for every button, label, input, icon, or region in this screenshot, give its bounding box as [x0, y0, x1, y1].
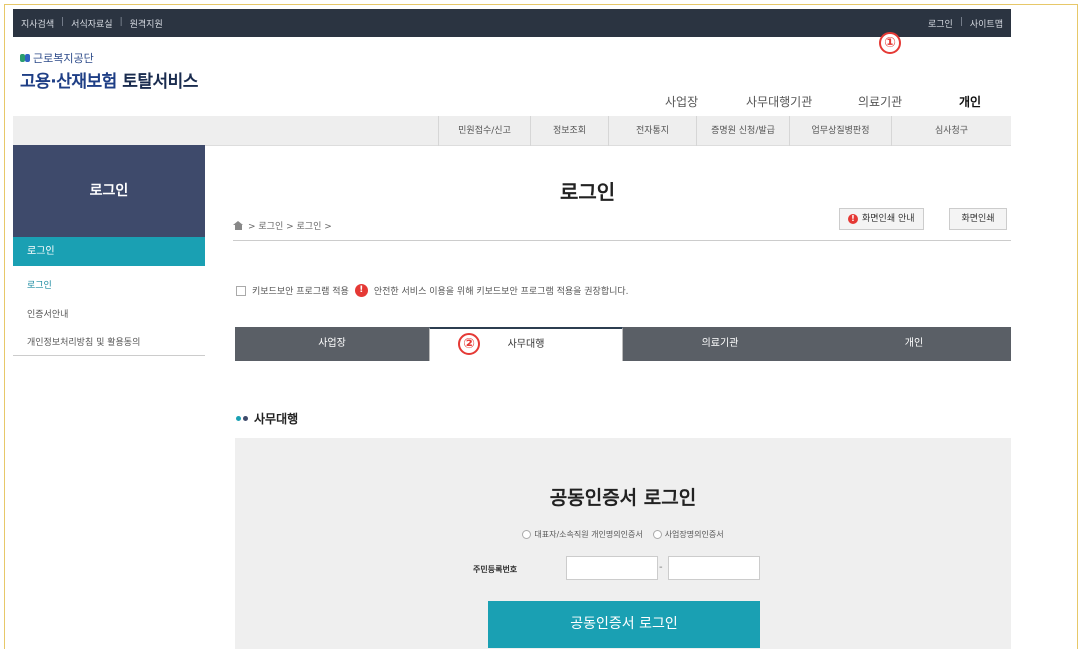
topbar-link-forms[interactable]: 서식자료실	[71, 17, 112, 30]
certificate-type-options: 대표자/소속직원 개인명의인증서 사업장명의인증서	[235, 529, 1011, 540]
warning-icon: !	[848, 214, 858, 224]
separator: |	[119, 17, 123, 27]
section-heading: 사무대행	[236, 410, 298, 427]
subnav-item-notice[interactable]: 전자통지	[608, 116, 696, 146]
gnb-item-personal[interactable]: 개인	[959, 93, 981, 110]
bullet-dots-icon	[236, 416, 248, 421]
sidebar-item-cert-guide[interactable]: 인증서안내	[13, 307, 205, 320]
annotation-marker-1: ①	[879, 32, 901, 54]
login-panel-title: 공동인증서 로그인	[549, 487, 697, 509]
certificate-login-panel: 공동인증서 로그인 대표자/소속직원 개인명의인증서 사업장명의인증서 주민등록…	[235, 438, 1011, 649]
certificate-login-button[interactable]: 공동인증서 로그인	[488, 601, 760, 648]
subnav-item-disease[interactable]: 업무상질병판정	[789, 116, 891, 146]
keyboard-security-label: 키보드보안 프로그램 적용	[252, 287, 349, 297]
warning-icon: !	[354, 284, 368, 297]
subnav-item-info[interactable]: 정보조회	[530, 116, 608, 146]
print-button[interactable]: 화면인쇄	[949, 208, 1007, 230]
service-name-main: 고용·산재보험	[20, 72, 117, 92]
topbar-link-login[interactable]: 로그인	[928, 17, 953, 30]
radio-option-business-cert[interactable]: 사업장명의인증서	[652, 529, 724, 540]
service-name-sub: 토탈서비스	[122, 72, 198, 92]
sub-navigation: 민원접수/신고 정보조회 전자통지 증명원 신청/발급 업무상질병판정 심사청구	[13, 116, 1011, 146]
tab-personal[interactable]: 개인	[817, 327, 1011, 361]
print-guide-button[interactable]: ! 화면인쇄 안내	[839, 208, 924, 230]
resident-number-first-input[interactable]	[566, 556, 658, 580]
keyboard-security-checkbox[interactable]	[236, 285, 246, 296]
gnb-item-medical[interactable]: 의료기관	[858, 93, 902, 110]
org-logo[interactable]: 근로복지공단	[20, 50, 94, 66]
login-type-tabs: 사업장 사무대행 의료기관 개인	[235, 327, 1011, 361]
resident-number-second-input[interactable]	[668, 556, 760, 580]
utility-bar: 지사검색 | 서식자료실 | 원격지원 로그인 | 사이트맵	[13, 9, 1011, 37]
gnb-item-business[interactable]: 사업장	[665, 93, 698, 110]
home-icon[interactable]	[233, 221, 244, 230]
sidebar-item-privacy[interactable]: 개인정보처리방침 및 활용동의	[13, 335, 205, 348]
tab-business[interactable]: 사업장	[235, 327, 429, 361]
sidebar-title: 로그인	[13, 145, 205, 237]
divider	[233, 240, 1011, 241]
org-name: 근로복지공단	[33, 52, 94, 65]
separator: |	[959, 17, 963, 27]
topbar-link-remote-support[interactable]: 원격지원	[130, 17, 163, 30]
sidebar-item-login[interactable]: 로그인	[13, 278, 205, 291]
radio-option-personal-cert[interactable]: 대표자/소속직원 개인명의인증서	[522, 529, 643, 540]
sidebar-active-item[interactable]: 로그인	[13, 237, 205, 266]
radio-button[interactable]	[522, 530, 532, 539]
breadcrumb: > 로그인 > 로그인 >	[233, 219, 332, 232]
subnav-item-civil[interactable]: 민원접수/신고	[438, 116, 530, 146]
radio-label: 대표자/소속직원 개인명의인증서	[534, 530, 643, 539]
radio-button[interactable]	[652, 530, 662, 539]
keyboard-security-notice: 안전한 서비스 이용을 위해 키보드보안 프로그램 적용을 권장합니다.	[373, 287, 629, 297]
logo-mark-icon	[20, 53, 30, 63]
page-title: 로그인	[560, 180, 616, 204]
subnav-item-review[interactable]: 심사청구	[891, 116, 1011, 146]
annotation-marker-2: ②	[458, 333, 480, 355]
resident-number-dash: -	[659, 562, 663, 573]
keyboard-security-row: 키보드보안 프로그램 적용 ! 안전한 서비스 이용을 위해 키보드보안 프로그…	[236, 284, 629, 297]
print-guide-label: 화면인쇄 안내	[862, 214, 915, 224]
subnav-item-certificate[interactable]: 증명원 신청/발급	[696, 116, 789, 146]
tab-medical[interactable]: 의료기관	[623, 327, 817, 361]
radio-label: 사업장명의인증서	[664, 530, 724, 539]
gnb-item-agency[interactable]: 사무대행기관	[746, 93, 812, 110]
separator: |	[61, 17, 65, 27]
service-logo[interactable]: 고용·산재보험 토탈서비스	[20, 67, 198, 92]
section-title: 사무대행	[254, 412, 299, 426]
breadcrumb-path: > 로그인 > 로그인 >	[248, 222, 332, 232]
resident-number-label: 주민등록번호	[473, 565, 518, 574]
topbar-link-branch-search[interactable]: 지사검색	[21, 17, 54, 30]
topbar-link-sitemap[interactable]: 사이트맵	[970, 17, 1003, 30]
